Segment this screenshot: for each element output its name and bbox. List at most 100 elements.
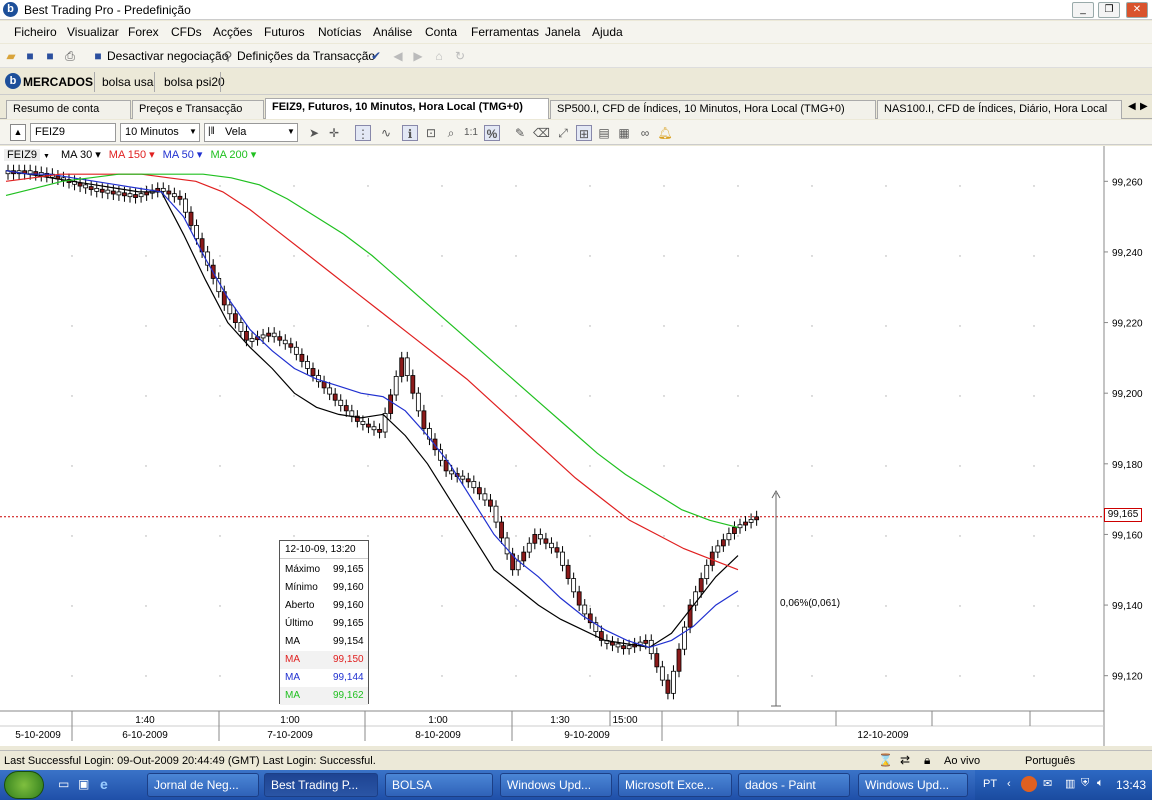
mail-icon[interactable]: ✉ xyxy=(1043,777,1052,790)
firefox-icon[interactable] xyxy=(1021,776,1037,792)
tab-sp500-chart[interactable]: SP500.I, CFD de Índices, 10 Minutos, Hor… xyxy=(550,100,876,119)
hourglass-icon: ⌛ xyxy=(878,753,893,767)
check-icon[interactable]: ✔ xyxy=(368,48,384,64)
chart-type-select[interactable]: Vela xyxy=(204,123,298,142)
legend-item[interactable]: MA 30 ▾ xyxy=(61,149,101,161)
open-folder-icon[interactable]: ▰ xyxy=(3,48,19,64)
deactivate-trading-icon[interactable]: ■ xyxy=(90,48,106,64)
back-icon[interactable]: ◀ xyxy=(390,48,406,64)
crosshair-icon[interactable]: ✛ xyxy=(326,125,342,141)
save-all-icon[interactable]: ■ xyxy=(42,48,58,64)
candle-body xyxy=(305,361,310,369)
compare-icon[interactable]: ⊞ xyxy=(576,125,592,141)
deactivate-trading-button[interactable]: Desactivar negociação xyxy=(107,49,228,63)
info-icon[interactable]: ℹ xyxy=(402,125,418,141)
zoom-icon[interactable]: ⌕ xyxy=(443,125,459,141)
taskbar-item[interactable]: Microsoft Exce... xyxy=(618,773,732,797)
legend-item[interactable]: MA 150 ▾ xyxy=(109,149,155,161)
chart-area[interactable]: 99,260 99,240 99,220 99,200 99,180 99,160 99,1… xyxy=(0,146,1152,746)
link-icon[interactable]: ∞ xyxy=(637,125,653,141)
markets-main-tab[interactable]: MERCADOS xyxy=(23,75,93,89)
symbol-input[interactable]: FEIZ9 xyxy=(30,123,116,142)
tray-language[interactable]: PT xyxy=(983,778,997,790)
menu-futuros[interactable]: Futuros xyxy=(264,25,305,39)
menu-analise[interactable]: Análise xyxy=(373,25,412,39)
eraser-icon[interactable]: ⌫ xyxy=(533,125,550,141)
collapse-icon[interactable]: ▲ xyxy=(10,124,26,141)
tab-scroll-left-icon[interactable]: ◀ xyxy=(1128,101,1136,112)
candle-body xyxy=(327,387,333,395)
grid-dot xyxy=(885,395,887,397)
tab-nas100-chart[interactable]: NAS100.I, CFD de Índices, Diário, Hora L… xyxy=(877,100,1122,119)
clock[interactable]: 13:43 xyxy=(1116,778,1146,792)
taskbar-item[interactable]: Windows Upd... xyxy=(858,773,968,797)
menu-ficheiro[interactable]: Ficheiro xyxy=(14,25,57,39)
menu-visualizar[interactable]: Visualizar xyxy=(67,25,119,39)
pointer-icon[interactable]: ➤ xyxy=(306,125,322,141)
scale-reset-icon[interactable]: 1:1 xyxy=(463,125,479,141)
switch-windows-icon[interactable]: ▣ xyxy=(78,777,89,791)
candle-body xyxy=(266,332,272,337)
tray-expand-icon[interactable]: ‹ xyxy=(1007,778,1011,790)
zoom-box-icon[interactable]: ⊡ xyxy=(423,125,439,141)
grid-dot xyxy=(367,465,369,467)
close-button[interactable]: ✕ xyxy=(1126,2,1148,18)
network-icon[interactable]: ▥ xyxy=(1065,777,1075,790)
data-window-label: Último xyxy=(285,618,314,629)
language-status[interactable]: Português xyxy=(1025,755,1075,767)
interval-select[interactable]: 10 Minutos xyxy=(120,123,200,142)
menu-ferramentas[interactable]: Ferramentas xyxy=(471,25,539,39)
price-chart[interactable]: 99,260 99,240 99,220 99,200 99,180 99,160 99,1… xyxy=(0,146,1152,746)
transaction-settings-icon[interactable]: ⚲ xyxy=(220,48,236,64)
grid-dot xyxy=(663,605,665,607)
transaction-settings-button[interactable]: Definições da Transacção xyxy=(237,49,375,63)
show-desktop-icon[interactable]: ▭ xyxy=(58,777,69,791)
legend-item[interactable]: MA 200 ▾ xyxy=(210,149,256,161)
grid-icon[interactable]: ⋮ xyxy=(355,125,371,141)
print-icon[interactable]: ⎙ xyxy=(62,48,78,64)
markets-tab-bolsa-psi20[interactable]: bolsa psi20 xyxy=(164,75,225,89)
refresh-icon[interactable]: ↻ xyxy=(452,48,468,64)
legend-symbol[interactable]: FEIZ9 xyxy=(4,149,40,161)
menu-janela[interactable]: Janela xyxy=(545,25,580,39)
taskbar-item[interactable]: Windows Upd... xyxy=(500,773,612,797)
template-icon[interactable]: ▤ xyxy=(596,125,612,141)
expand-icon[interactable]: ⤢ xyxy=(555,125,571,141)
candle-body xyxy=(288,343,294,348)
layout-icon[interactable]: ▦ xyxy=(616,125,632,141)
tab-resumo-conta[interactable]: Resumo de conta xyxy=(6,100,131,119)
taskbar-item[interactable]: Best Trading P... xyxy=(264,773,378,797)
indicator-icon[interactable]: ∿ xyxy=(378,125,394,141)
taskbar-item[interactable]: Jornal de Neg... xyxy=(147,773,259,797)
draw-line-icon[interactable]: ✎ xyxy=(512,125,528,141)
percent-icon[interactable]: % xyxy=(484,125,500,141)
menu-cfds[interactable]: CFDs xyxy=(171,25,202,39)
internet-explorer-icon[interactable]: e xyxy=(100,776,108,792)
menu-noticias[interactable]: Notícias xyxy=(318,25,361,39)
home-icon[interactable]: ⌂ xyxy=(431,48,447,64)
alert-bell-icon[interactable]: 🔔︎ xyxy=(657,125,673,141)
menu-forex[interactable]: Forex xyxy=(128,25,159,39)
menu-conta[interactable]: Conta xyxy=(425,25,457,39)
grid-dot xyxy=(885,605,887,607)
taskbar-item[interactable]: BOLSA xyxy=(385,773,493,797)
forward-icon[interactable]: ▶ xyxy=(410,48,426,64)
legend-item[interactable]: MA 50 ▾ xyxy=(163,149,203,161)
taskbar-item[interactable]: dados - Paint xyxy=(738,773,850,797)
maximize-button[interactable]: ❐ xyxy=(1098,2,1120,18)
save-icon[interactable]: ■ xyxy=(22,48,38,64)
candle-body xyxy=(338,399,344,406)
menu-ajuda[interactable]: Ajuda xyxy=(592,25,623,39)
volume-icon[interactable]: 🔈︎ xyxy=(1097,777,1104,790)
tab-feiz9-chart[interactable]: FEIZ9, Futuros, 10 Minutos, Hora Local (… xyxy=(265,98,549,119)
grid-dot xyxy=(663,535,665,537)
grid-dot xyxy=(219,255,221,257)
antivirus-icon[interactable]: ⛨ xyxy=(1081,777,1089,790)
minimize-button[interactable]: _ xyxy=(1072,2,1094,18)
markets-tab-bolsa-usa[interactable]: bolsa usa xyxy=(102,75,153,89)
menu-accoes[interactable]: Acções xyxy=(213,25,252,39)
tab-scroll-right-icon[interactable]: ▶ xyxy=(1140,101,1148,112)
start-button[interactable] xyxy=(4,771,44,799)
candle-body xyxy=(188,211,194,226)
tab-precos-transaccao[interactable]: Preços e Transacção xyxy=(132,100,264,119)
